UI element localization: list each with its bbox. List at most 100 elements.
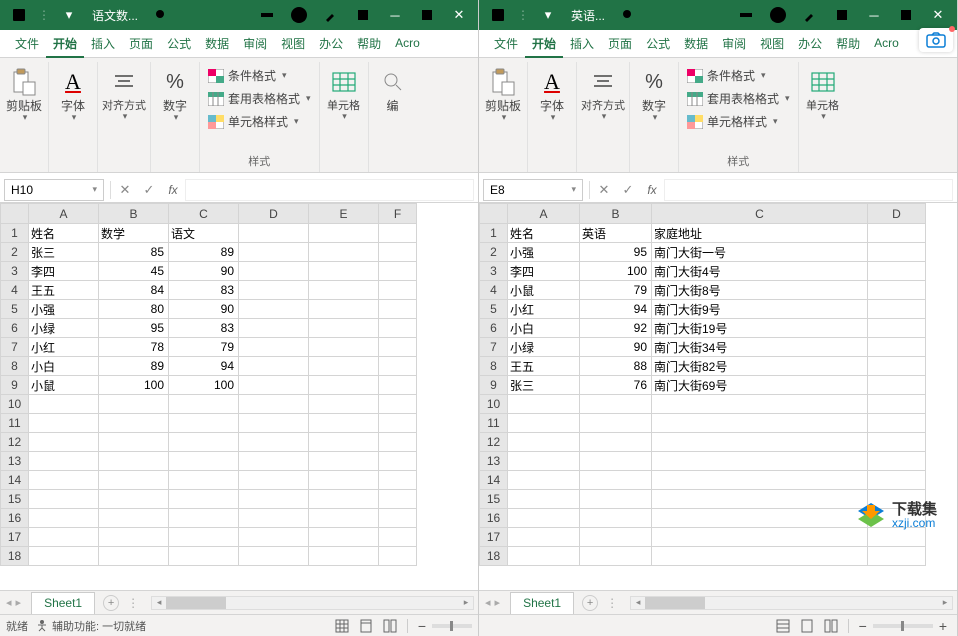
row-header[interactable]: 3: [1, 262, 29, 281]
cell[interactable]: [99, 509, 169, 528]
cell[interactable]: 张三: [508, 376, 580, 395]
cell[interactable]: 45: [99, 262, 169, 281]
cell[interactable]: [169, 452, 239, 471]
cell[interactable]: [239, 281, 309, 300]
cell[interactable]: 100: [99, 376, 169, 395]
spreadsheet-grid[interactable]: ABCD1姓名英语家庭地址2小强95南门大街一号3李四100南门大街4号4小鼠7…: [479, 203, 926, 566]
cell[interactable]: [508, 528, 580, 547]
brush-icon[interactable]: [316, 0, 346, 30]
row-header[interactable]: 15: [480, 490, 508, 509]
sheet-tab[interactable]: Sheet1: [510, 592, 574, 614]
cell[interactable]: [309, 471, 379, 490]
cell[interactable]: [99, 395, 169, 414]
row-header[interactable]: 10: [1, 395, 29, 414]
name-box[interactable]: H10▾: [4, 179, 104, 201]
account-icon[interactable]: [763, 0, 793, 30]
cell[interactable]: [868, 414, 926, 433]
cells-icon[interactable]: [324, 64, 364, 100]
number-icon[interactable]: %: [155, 64, 195, 100]
close-button[interactable]: ✕: [923, 0, 953, 30]
cell[interactable]: [868, 471, 926, 490]
cell[interactable]: [580, 414, 652, 433]
search-icon[interactable]: [146, 0, 176, 30]
cell[interactable]: [580, 433, 652, 452]
cell[interactable]: [868, 509, 926, 528]
tab-插入[interactable]: 插入: [563, 30, 601, 58]
row-header[interactable]: 11: [1, 414, 29, 433]
sheet-nav[interactable]: ◂▸: [0, 596, 27, 609]
cell[interactable]: 数学: [99, 224, 169, 243]
cell[interactable]: [508, 509, 580, 528]
cell[interactable]: [580, 490, 652, 509]
cell[interactable]: [379, 433, 417, 452]
cell[interactable]: [169, 414, 239, 433]
tab-帮助[interactable]: 帮助: [829, 30, 867, 58]
cell[interactable]: [169, 490, 239, 509]
cell[interactable]: [652, 509, 868, 528]
cell[interactable]: [239, 262, 309, 281]
cell[interactable]: 小绿: [508, 338, 580, 357]
cell[interactable]: 南门大街一号: [652, 243, 868, 262]
cell[interactable]: [868, 395, 926, 414]
h-scrollbar[interactable]: ◂▸: [630, 596, 953, 610]
paste-icon[interactable]: [4, 64, 44, 100]
tab-公式[interactable]: 公式: [639, 30, 677, 58]
cell[interactable]: [309, 357, 379, 376]
cell[interactable]: [309, 433, 379, 452]
cell[interactable]: 79: [580, 281, 652, 300]
tab-Acro[interactable]: Acro: [388, 30, 427, 58]
row-header[interactable]: 12: [480, 433, 508, 452]
tab-办公[interactable]: 办公: [312, 30, 350, 58]
tab-文件[interactable]: 文件: [487, 30, 525, 58]
cell[interactable]: [508, 395, 580, 414]
tab-办公[interactable]: 办公: [791, 30, 829, 58]
cell[interactable]: 84: [99, 281, 169, 300]
cell[interactable]: 100: [580, 262, 652, 281]
tab-视图[interactable]: 视图: [274, 30, 312, 58]
cell[interactable]: [239, 224, 309, 243]
minimize-button[interactable]: ─: [859, 0, 889, 30]
cell[interactable]: [309, 547, 379, 566]
tab-Acro[interactable]: Acro: [867, 30, 906, 58]
zoom-out-icon[interactable]: −: [855, 618, 871, 634]
cell[interactable]: 小绿: [29, 319, 99, 338]
cell[interactable]: [580, 509, 652, 528]
cell[interactable]: [379, 300, 417, 319]
sheet-tab[interactable]: Sheet1: [31, 592, 95, 614]
cell[interactable]: 张三: [29, 243, 99, 262]
row-header[interactable]: 7: [480, 338, 508, 357]
cell[interactable]: 88: [580, 357, 652, 376]
row-header[interactable]: 3: [480, 262, 508, 281]
cell[interactable]: [379, 243, 417, 262]
cell[interactable]: 小强: [508, 243, 580, 262]
cell[interactable]: [508, 547, 580, 566]
cell[interactable]: [868, 338, 926, 357]
cell[interactable]: [309, 224, 379, 243]
col-header[interactable]: D: [239, 204, 309, 224]
tab-插入[interactable]: 插入: [84, 30, 122, 58]
cell[interactable]: [239, 414, 309, 433]
cell[interactable]: [239, 243, 309, 262]
table-format-button[interactable]: 套用表格格式▾: [687, 89, 790, 108]
row-header[interactable]: 13: [1, 452, 29, 471]
cell[interactable]: [868, 357, 926, 376]
col-header[interactable]: F: [379, 204, 417, 224]
cell[interactable]: [309, 414, 379, 433]
cell[interactable]: [868, 490, 926, 509]
cell[interactable]: 92: [580, 319, 652, 338]
cell[interactable]: 南门大街8号: [652, 281, 868, 300]
cell[interactable]: [239, 357, 309, 376]
cell[interactable]: [868, 300, 926, 319]
cell[interactable]: [379, 376, 417, 395]
row-header[interactable]: 4: [480, 281, 508, 300]
cell[interactable]: [309, 243, 379, 262]
cell[interactable]: 100: [169, 376, 239, 395]
tab-帮助[interactable]: 帮助: [350, 30, 388, 58]
maximize-button[interactable]: [891, 0, 921, 30]
cell[interactable]: 李四: [508, 262, 580, 281]
row-header[interactable]: 1: [480, 224, 508, 243]
cell[interactable]: [652, 547, 868, 566]
tab-页面[interactable]: 页面: [601, 30, 639, 58]
fx-icon[interactable]: fx: [640, 179, 664, 201]
cell[interactable]: [309, 319, 379, 338]
